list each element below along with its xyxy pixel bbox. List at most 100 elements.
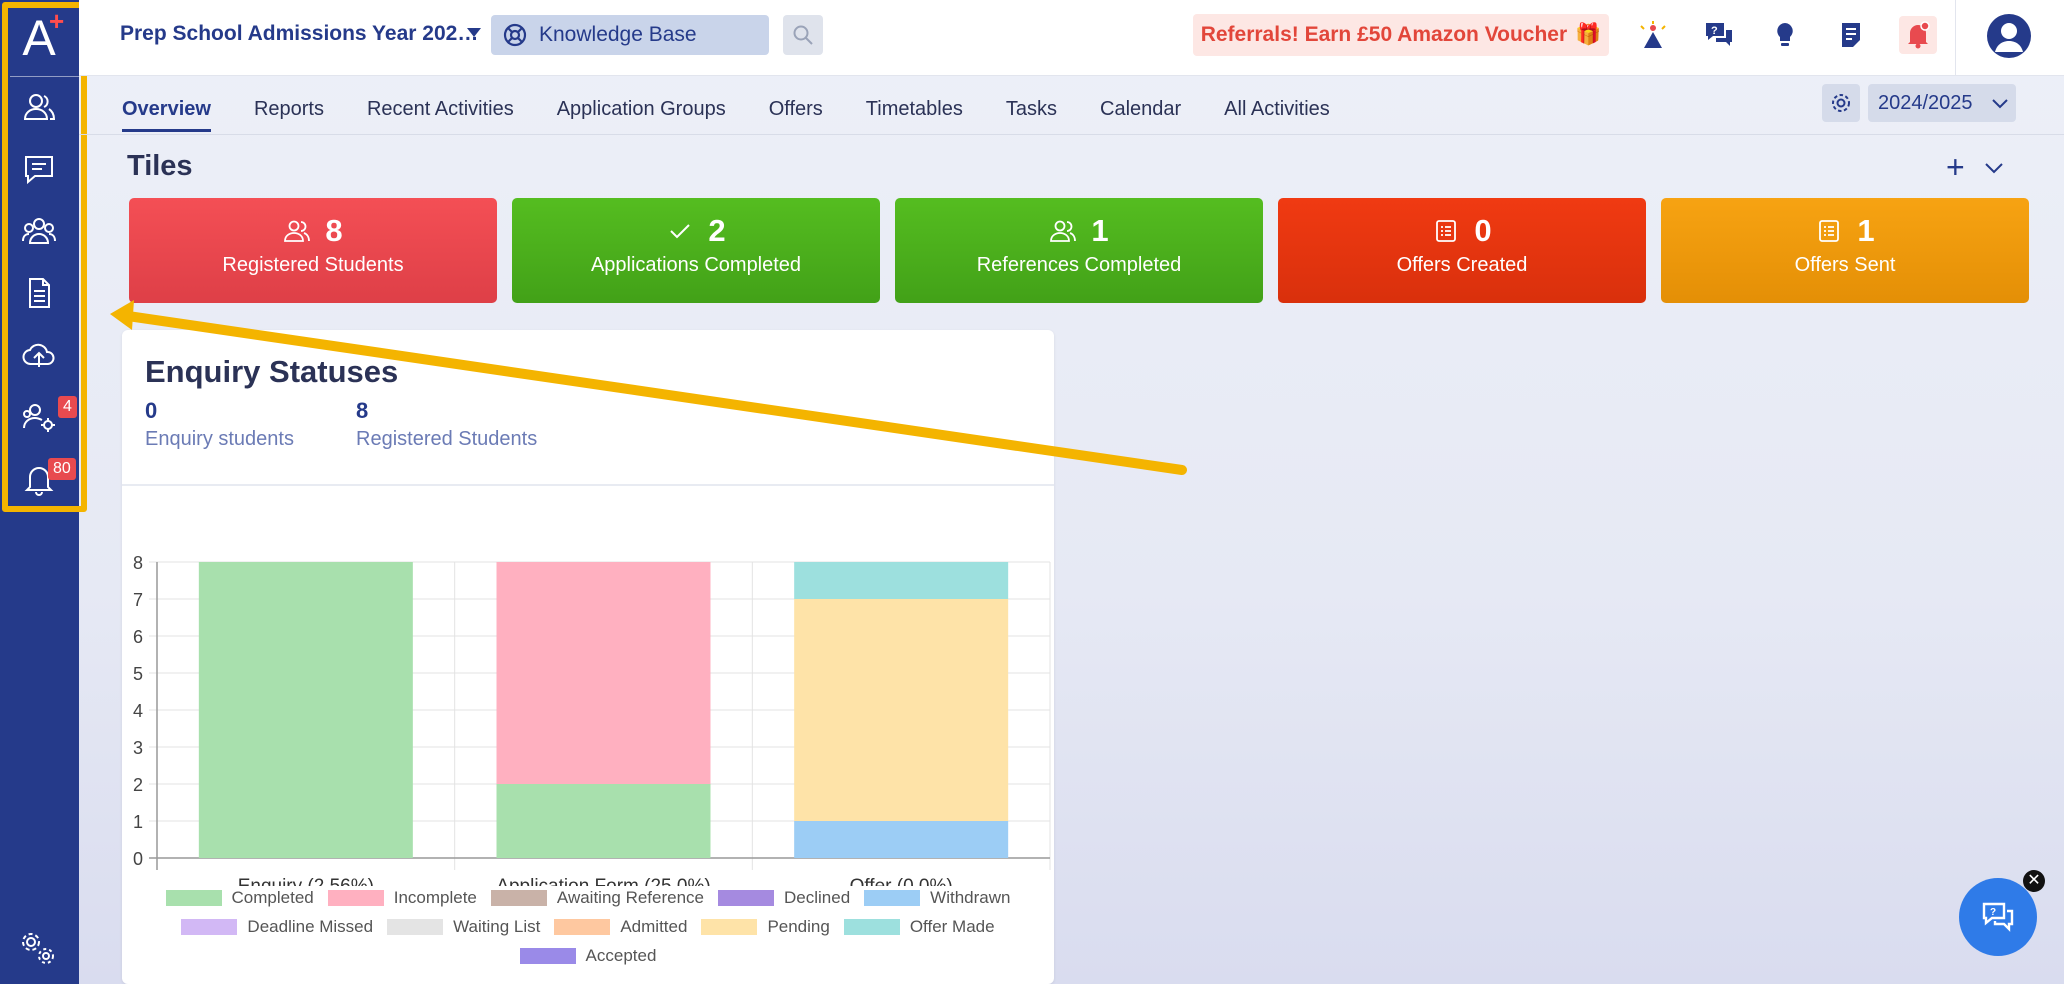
stat-label: Enquiry students [145, 428, 294, 450]
y-tick-label: 4 [133, 701, 143, 721]
bar-segment [496, 562, 711, 784]
y-tick-label: 6 [133, 627, 143, 647]
tile-applications-completed[interactable]: 2 Applications Completed [512, 198, 880, 303]
ideas-button[interactable] [1766, 16, 1804, 54]
legend-label: Admitted [620, 917, 688, 936]
legend-item[interactable]: Accepted [519, 946, 656, 966]
card-title: Enquiry Statuses [145, 354, 399, 389]
collapse-tiles-button[interactable] [1984, 158, 2004, 178]
tile-count: 1 [1857, 213, 1875, 248]
legend-item[interactable]: Incomplete [327, 888, 477, 908]
admissions-selector[interactable]: Prep School Admissions Year 202… [120, 22, 478, 46]
y-tick-label: 3 [133, 738, 143, 758]
lifebuoy-icon [503, 23, 527, 47]
legend-item[interactable]: Declined [718, 888, 850, 908]
main-tabs: Overview Reports Recent Activities Appli… [122, 98, 1373, 132]
tab-tasks[interactable]: Tasks [1006, 98, 1057, 132]
stat-registered-students[interactable]: 8 Registered Students [356, 398, 537, 451]
avatar[interactable] [1987, 14, 2031, 58]
x-tick-label: Application Form (25.0%) [496, 876, 710, 886]
legend-item[interactable]: Pending [701, 917, 830, 937]
legend-item[interactable]: Completed [165, 888, 314, 908]
sidebar-item-user-settings[interactable] [18, 396, 60, 438]
sidebar-item-documents[interactable] [18, 272, 60, 314]
check-icon [670, 224, 691, 239]
referral-banner[interactable]: Referrals! Earn £50 Amazon Voucher 🎁 [1193, 14, 1609, 56]
tab-all-activities[interactable]: All Activities [1224, 98, 1330, 132]
search-button[interactable] [783, 15, 823, 55]
tab-calendar[interactable]: Calendar [1100, 98, 1181, 132]
sidebar-item-contacts[interactable] [18, 86, 60, 128]
sidebar-item-messages[interactable] [18, 148, 60, 190]
tab-timetables[interactable]: Timetables [866, 98, 963, 132]
legend-swatch [519, 948, 576, 964]
year-select[interactable]: 2024/2025 [1868, 84, 2016, 122]
stat-enquiry-students[interactable]: 0 Enquiry students [145, 398, 294, 451]
y-tick-label: 7 [133, 590, 143, 610]
legend-swatch [327, 890, 384, 906]
legend-label: Declined [784, 888, 851, 907]
add-tile-button[interactable]: + [1946, 151, 1965, 183]
chevron-down-icon[interactable] [467, 28, 481, 37]
legend-item[interactable]: Admitted [554, 917, 687, 937]
tab-recent-activities[interactable]: Recent Activities [367, 98, 514, 132]
enquiry-status-chart: 0 1 2 3 4 5 6 7 8 Enquiry (2.56%) Application Form… [133, 553, 1051, 886]
legend-item[interactable]: Withdrawn [864, 888, 1010, 908]
tab-overview[interactable]: Overview [122, 98, 211, 132]
lightbulb-icon [1777, 23, 1793, 46]
legend-item[interactable]: Offer Made [843, 917, 995, 937]
svg-text:?: ? [1711, 25, 1718, 37]
gear-icon [1832, 94, 1850, 112]
year-settings-button[interactable] [1822, 84, 1860, 122]
message-icon [25, 156, 53, 185]
celebration-button[interactable] [1634, 16, 1672, 54]
tab-application-groups[interactable]: Application Groups [557, 98, 726, 132]
legend-label: Withdrawn [930, 888, 1011, 907]
tab-reports[interactable]: Reports [254, 98, 324, 132]
bar-segment [794, 562, 1009, 599]
tile-offers-sent[interactable]: 1 Offers Sent [1661, 198, 2029, 303]
document-icon [29, 278, 50, 308]
sidebar-settings[interactable] [18, 928, 58, 968]
notes-button[interactable] [1832, 16, 1870, 54]
tile-count: 2 [708, 213, 726, 248]
chat-close-button[interactable]: ✕ [2023, 870, 2045, 892]
chat-widget-button[interactable]: ? [1959, 878, 2037, 956]
stat-value: 8 [356, 398, 369, 423]
tile-registered-students[interactable]: 8 Registered Students [129, 198, 497, 303]
users-icon [284, 220, 311, 242]
x-tick-label: Enquiry (2.56%) [238, 876, 374, 886]
y-tick-label: 8 [133, 553, 143, 573]
tile-offers-created[interactable]: 0 Offers Created [1278, 198, 1646, 303]
bar-segment [496, 784, 711, 858]
legend-row: Accepted [122, 946, 1054, 966]
search-icon [793, 25, 813, 45]
y-tick-label: 2 [133, 775, 143, 795]
topbar-divider [1955, 0, 1956, 76]
tab-offers[interactable]: Offers [769, 98, 823, 132]
legend-label: Offer Made [909, 917, 995, 936]
alerts-button[interactable] [1899, 16, 1937, 54]
sidebar-divider [10, 76, 80, 77]
tile-label: References Completed [976, 254, 1182, 276]
knowledge-base-button[interactable]: Knowledge Base [491, 15, 769, 55]
bar-segment [198, 562, 413, 858]
legend-item[interactable]: Awaiting Reference [490, 888, 704, 908]
sidebar-item-upload[interactable] [18, 334, 60, 376]
sidebar: A + 4 80 [0, 0, 80, 984]
chat-icon: ? [1982, 902, 2014, 932]
legend-row: Deadline Missed Waiting List Admitted Pendi… [122, 917, 1054, 937]
legend-swatch [387, 919, 444, 935]
stat-value: 0 [145, 398, 158, 423]
tile-references-completed[interactable]: 1 References Completed [895, 198, 1263, 303]
knowledge-base-label: Knowledge Base [539, 23, 697, 46]
sidebar-item-groups[interactable] [18, 210, 60, 252]
user-settings-icon [23, 404, 55, 432]
legend-label: Incomplete [393, 888, 477, 907]
bell-icon [1908, 21, 1930, 49]
legend-item[interactable]: Waiting List [387, 917, 540, 937]
y-tick-label: 5 [133, 664, 143, 684]
help-chat-button[interactable]: ? [1700, 16, 1738, 54]
legend-item[interactable]: Deadline Missed [181, 917, 373, 937]
users-icon [1050, 220, 1077, 242]
